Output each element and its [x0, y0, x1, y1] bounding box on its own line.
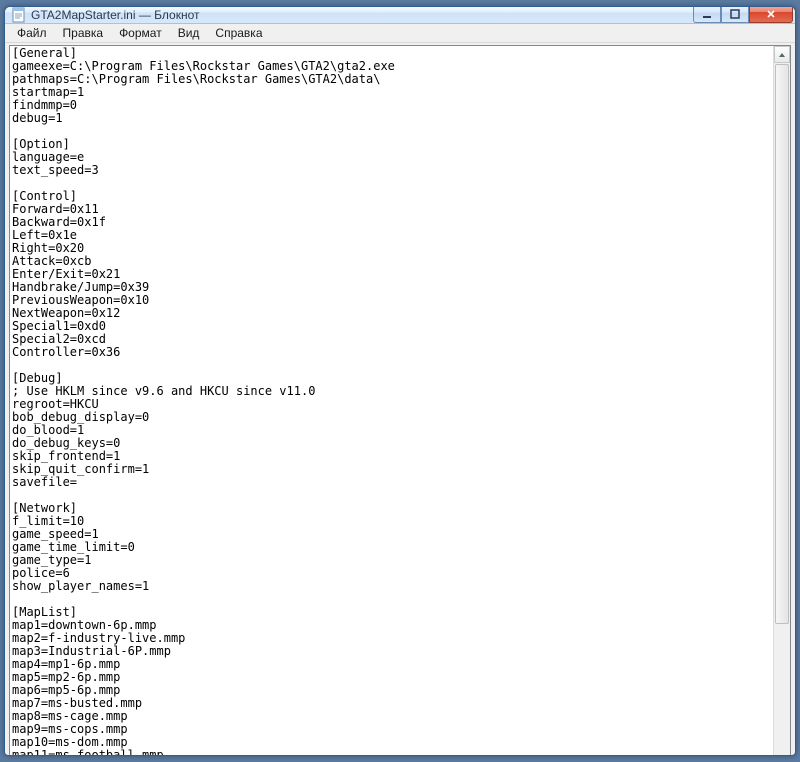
title-bar[interactable]: GTA2MapStarter.ini — Блокнот	[5, 7, 795, 24]
vertical-scrollbar[interactable]	[773, 46, 790, 756]
minimize-button[interactable]	[693, 6, 721, 23]
notepad-icon	[11, 7, 27, 23]
menu-format[interactable]: Формат	[111, 24, 170, 42]
scrollbar-thumb[interactable]	[775, 64, 789, 624]
scroll-up-button[interactable]	[774, 46, 790, 63]
menu-view[interactable]: Вид	[170, 24, 208, 42]
menu-bar: Файл Правка Формат Вид Справка	[5, 24, 795, 43]
window-controls	[693, 6, 793, 23]
menu-edit[interactable]: Правка	[55, 24, 112, 42]
menu-help[interactable]: Справка	[207, 24, 270, 42]
maximize-button[interactable]	[721, 6, 749, 23]
text-editor[interactable]: [General] gameexe=C:\Program Files\Rocks…	[10, 46, 773, 756]
close-button[interactable]	[749, 6, 793, 23]
client-area: [General] gameexe=C:\Program Files\Rocks…	[9, 45, 791, 756]
app-window: GTA2MapStarter.ini — Блокнот Файл Правка…	[4, 6, 796, 756]
menu-file[interactable]: Файл	[9, 24, 55, 42]
window-title: GTA2MapStarter.ini — Блокнот	[31, 8, 693, 22]
